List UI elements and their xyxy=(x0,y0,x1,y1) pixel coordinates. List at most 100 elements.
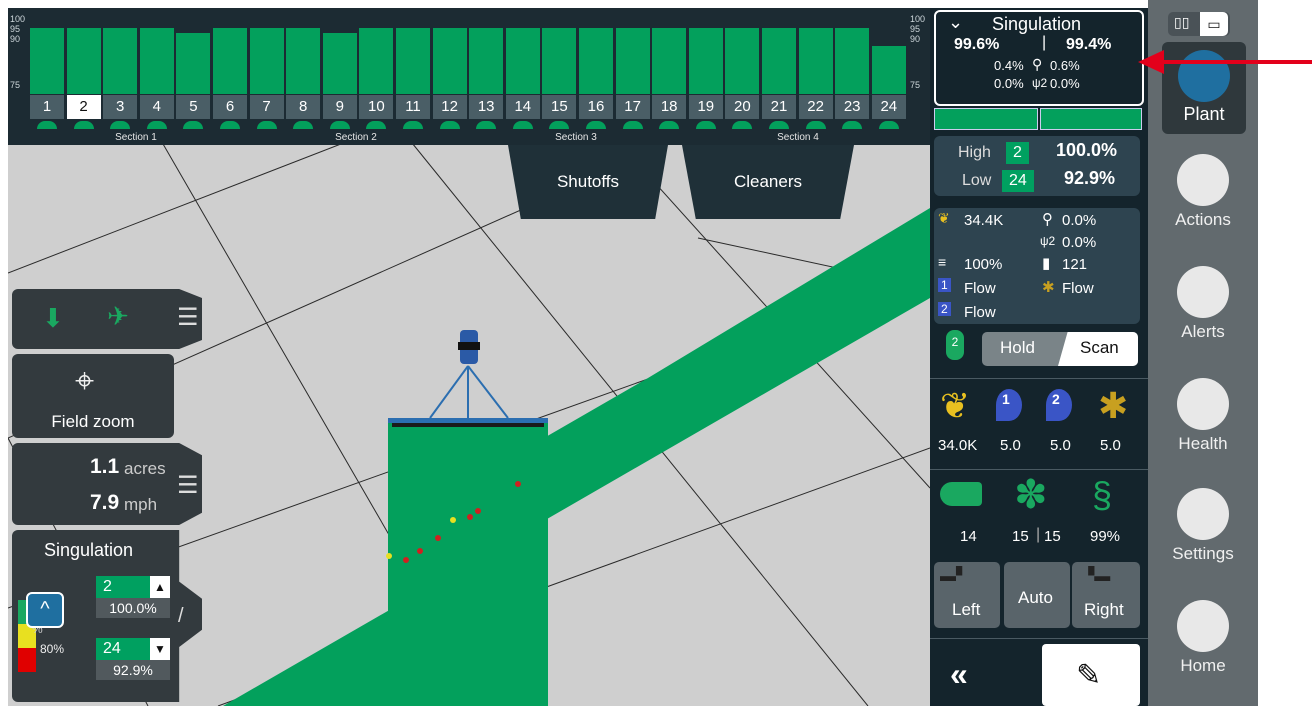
nav-home-label: Home xyxy=(1180,656,1226,675)
edit-button[interactable]: ✎ xyxy=(1042,644,1140,706)
row-cell[interactable]: 2 xyxy=(66,8,101,145)
row-status-indicator xyxy=(659,121,680,129)
row-level-bar xyxy=(505,28,540,94)
hold-scan-toggle[interactable]: Hold Scan xyxy=(982,332,1138,366)
tab-cleaners[interactable]: Cleaners xyxy=(682,145,854,219)
field-zoom-button[interactable]: ⌖ Field zoom xyxy=(12,354,174,438)
satellite-icon[interactable]: ✈ xyxy=(107,301,129,332)
row-cell[interactable]: 18 xyxy=(652,8,687,145)
row-status-indicator xyxy=(220,121,240,129)
row-level-bar xyxy=(652,28,687,94)
metrics-card[interactable]: ❦ 34.4K ⚲ 0.0% ψ2 0.0% ≡ 100% ▮ 121 1 Fl… xyxy=(934,208,1140,324)
row-level-bar xyxy=(396,28,430,94)
row-cell[interactable]: 7 xyxy=(249,8,284,145)
row-cell[interactable]: 12 xyxy=(432,8,467,145)
row-number: 8 xyxy=(286,95,321,119)
scan-label: Scan xyxy=(1080,338,1119,357)
hopper-fan-row[interactable]: ✽ § 14 15 | 15 99% xyxy=(930,472,1148,552)
downforce-icon: ≡ xyxy=(938,254,947,270)
row-status-indicator xyxy=(37,121,57,129)
hold-button[interactable]: Hold xyxy=(1000,338,1035,358)
section-label: Section 2 xyxy=(335,132,377,143)
rate-insect: 5.0 xyxy=(1100,437,1121,454)
high-low-card[interactable]: High 2 100.0% Low 24 92.9% xyxy=(934,136,1140,196)
row-cell[interactable]: 23 xyxy=(835,8,870,145)
row-status-indicator xyxy=(622,121,643,129)
row-status-indicator xyxy=(329,121,350,129)
row-cell[interactable]: 3 xyxy=(103,8,138,145)
skip-right: 0.6% xyxy=(1050,58,1080,73)
nav-actions[interactable]: Actions xyxy=(1148,154,1258,230)
row-cell[interactable]: 21 xyxy=(762,8,796,145)
menu-icon[interactable]: ☰ xyxy=(177,303,199,332)
legend-low: 80% xyxy=(40,642,65,656)
rate-1: 5.0 xyxy=(1000,437,1021,454)
fan-b-value: 15 xyxy=(1044,528,1061,545)
row-cell[interactable]: 15 xyxy=(542,8,577,145)
row-cell[interactable]: 22 xyxy=(798,8,833,145)
chevron-down-icon[interactable]: ⌄ xyxy=(948,12,963,33)
right-button[interactable]: ▝▬ Right xyxy=(1072,562,1140,628)
row-cell[interactable]: 13 xyxy=(469,8,504,145)
row-cell[interactable]: 6 xyxy=(213,8,247,145)
scan-button[interactable]: Scan xyxy=(1058,332,1138,366)
row-status-indicator xyxy=(842,121,863,129)
auto-button[interactable]: Auto xyxy=(1004,562,1070,628)
row-level-bar xyxy=(30,28,64,94)
nav-health[interactable]: Health xyxy=(1148,378,1258,454)
nav-home[interactable]: Home xyxy=(1148,600,1258,676)
product-1-icon: 1 xyxy=(938,278,951,292)
row-number: 13 xyxy=(469,95,504,119)
row-cell[interactable]: 11 xyxy=(396,8,430,145)
product-1-number: 1 xyxy=(1002,391,1010,407)
row-number: 19 xyxy=(688,95,723,119)
flow-2: Flow xyxy=(964,304,996,321)
fan-icon: ✽ xyxy=(1014,473,1048,517)
nav-sidebar: ▯▯ ▭ Plant Actions Alerts Health Setting… xyxy=(1148,0,1258,706)
row-level-bar xyxy=(871,46,906,94)
row-cell[interactable]: 1 xyxy=(30,8,64,145)
row-number: 24 xyxy=(871,95,906,119)
menu-icon[interactable]: ☰ xyxy=(177,471,199,500)
edit-icon[interactable]: / xyxy=(178,605,184,628)
row-level-bar xyxy=(469,28,504,94)
singulation-summary[interactable]: ⌄ Singulation 99.6% | 99.4% 0.4% ⚲ 0.6% … xyxy=(934,10,1144,106)
nav-alerts[interactable]: Alerts xyxy=(1148,266,1258,342)
row-cell[interactable]: 24 xyxy=(871,8,906,145)
scroll-up-icon[interactable]: ^ xyxy=(26,592,64,628)
row-cell[interactable]: 9 xyxy=(322,8,357,145)
row-cell[interactable]: 19 xyxy=(688,8,723,145)
auto-label: Auto xyxy=(1018,588,1053,607)
download-icon[interactable]: ⬇ xyxy=(42,303,64,334)
split-view-icon[interactable]: ▯▯ xyxy=(1174,14,1189,31)
spring-icon: § xyxy=(1092,474,1113,515)
high-row-card: 2 ▲ 100.0% xyxy=(96,576,170,618)
row-level-bar xyxy=(286,28,321,94)
scale-tick: 100 xyxy=(10,14,26,24)
area-speed-panel[interactable]: 1.1 acres 7.9 mph ☰ xyxy=(12,443,202,525)
row-cell[interactable]: 10 xyxy=(359,8,394,145)
row-status-indicator xyxy=(256,121,277,129)
home-icon xyxy=(1177,600,1229,652)
skip-icon: ⚲ xyxy=(1042,211,1053,228)
row-cell[interactable]: 16 xyxy=(579,8,613,145)
meter-icon: ▮ xyxy=(1042,255,1051,272)
row-cell[interactable]: 17 xyxy=(615,8,650,145)
view-toggle[interactable]: ▯▯ ▭ xyxy=(1168,12,1230,36)
collapse-icon[interactable]: « xyxy=(950,656,968,693)
single-view-icon[interactable]: ▭ xyxy=(1200,12,1228,36)
row-level-bar xyxy=(139,28,174,94)
rates-row[interactable]: ❦ 1 2 ✱ 34.0K 5.0 5.0 5.0 xyxy=(930,378,1148,470)
scale-tick: 90 xyxy=(10,34,21,44)
row-cell[interactable]: 5 xyxy=(176,8,211,145)
tab-shutoffs[interactable]: Shutoffs xyxy=(508,145,668,219)
row-cell[interactable]: 14 xyxy=(505,8,540,145)
row-cell[interactable]: 4 xyxy=(139,8,174,145)
nav-settings[interactable]: Settings xyxy=(1148,488,1258,564)
row-cell[interactable]: 8 xyxy=(286,8,321,145)
singulation-widget[interactable]: Singulation 0% % 80% ^ 2▲ 100.0% 24▼ 92.… xyxy=(12,530,202,702)
left-button[interactable]: ▬▘ Left xyxy=(934,562,1000,628)
section-status-right xyxy=(1040,108,1142,130)
row-cell[interactable]: 20 xyxy=(725,8,760,145)
nav-plant-label: Plant xyxy=(1183,104,1225,124)
